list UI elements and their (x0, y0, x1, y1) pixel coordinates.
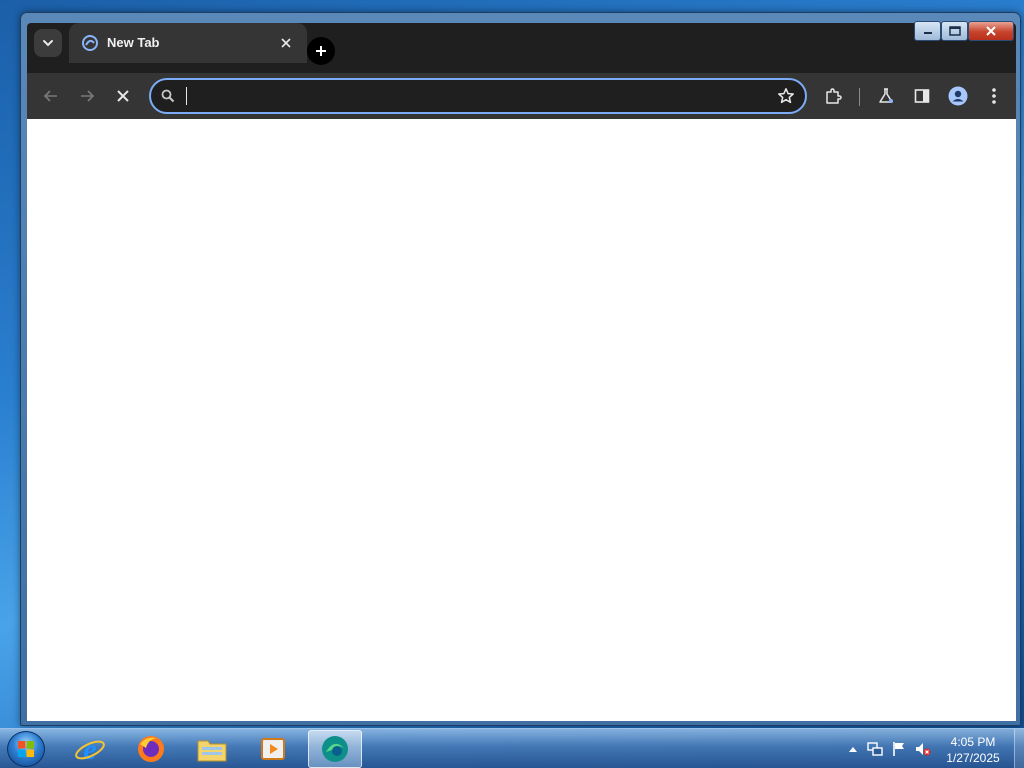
menu-button[interactable] (980, 82, 1008, 110)
firefox-icon (138, 736, 164, 762)
edge-favicon-icon (82, 35, 98, 51)
media-player-icon (261, 738, 285, 760)
show-hidden-icons-button[interactable] (845, 741, 861, 757)
back-button[interactable] (37, 82, 65, 110)
window-close-button[interactable] (968, 21, 1014, 41)
text-caret (186, 87, 187, 105)
windows-logo-icon (18, 741, 34, 757)
profile-icon (948, 86, 968, 106)
arrow-right-icon (81, 90, 95, 102)
taskbar-firefox[interactable] (124, 730, 178, 768)
browser-window: New Tab (20, 12, 1021, 726)
tray-network[interactable] (867, 741, 883, 757)
browser-icon (322, 736, 348, 762)
arrow-left-icon (43, 90, 57, 102)
tray-volume[interactable] (915, 741, 931, 757)
browser-toolbar (27, 73, 1016, 119)
chevron-up-icon (849, 747, 857, 752)
address-bar[interactable] (149, 78, 807, 114)
stop-loading-button[interactable] (109, 82, 137, 110)
labs-button[interactable] (872, 82, 900, 110)
tab-search-button[interactable] (34, 29, 62, 57)
close-icon (281, 38, 291, 48)
new-tab-button[interactable] (307, 37, 335, 65)
plus-icon (316, 46, 326, 56)
clock-date: 1/27/2025 (946, 751, 1000, 765)
taskbar-internet-explorer[interactable]: e (63, 730, 117, 768)
minimize-icon (923, 32, 932, 34)
side-panel-icon (914, 89, 930, 103)
tab-close-button[interactable] (277, 34, 295, 52)
address-input[interactable] (185, 86, 755, 106)
restore-icon (948, 26, 961, 36)
taskbar-browser[interactable] (308, 730, 362, 768)
more-vertical-icon (992, 88, 996, 104)
taskbar-file-explorer[interactable] (185, 730, 239, 768)
clock-time: 4:05 PM (950, 735, 996, 749)
star-icon[interactable] (777, 87, 795, 105)
minimize-button[interactable] (914, 21, 941, 41)
system-clock[interactable]: 4:05 PM 1/27/2025 (930, 734, 1016, 766)
side-panel-button[interactable] (908, 82, 936, 110)
forward-button[interactable] (73, 82, 101, 110)
volume-muted-icon (916, 743, 931, 756)
internet-explorer-icon: e (75, 733, 105, 765)
search-icon (161, 89, 175, 103)
tab-strip: New Tab (27, 23, 1016, 73)
tray-action-center[interactable] (891, 741, 907, 757)
svg-text:e: e (83, 733, 96, 765)
close-icon (986, 26, 996, 36)
profile-button[interactable] (944, 82, 972, 110)
restore-button[interactable] (941, 21, 968, 41)
tab-new-tab[interactable]: New Tab (69, 23, 307, 63)
taskbar: e 4:05 PM 1/27/2025 (0, 728, 1024, 768)
tab-title: New Tab (107, 35, 160, 50)
flask-icon (879, 88, 893, 103)
page-content[interactable] (27, 119, 1016, 721)
start-button[interactable] (7, 731, 45, 767)
folder-icon (197, 740, 227, 762)
chevron-down-icon (43, 40, 53, 47)
close-icon (117, 90, 129, 102)
network-icon (867, 742, 883, 756)
puzzle-icon (826, 88, 842, 104)
toolbar-divider (859, 88, 860, 106)
flag-icon (893, 742, 904, 756)
extensions-button[interactable] (819, 82, 847, 110)
show-desktop-button[interactable] (1014, 729, 1024, 768)
taskbar-media-player[interactable] (246, 730, 300, 768)
